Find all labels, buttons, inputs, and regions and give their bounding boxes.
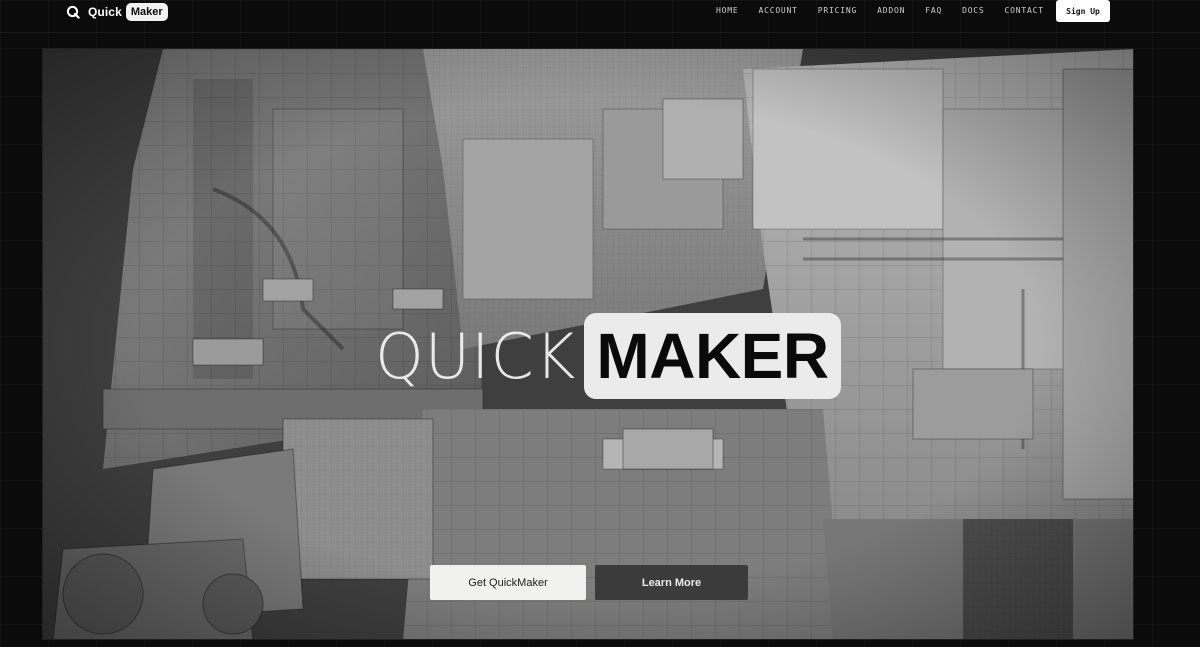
hero-title: QUICK MAKER (375, 313, 841, 399)
nav-link-docs[interactable]: DOCS (962, 6, 984, 15)
nav-link-home[interactable]: HOME (716, 6, 738, 15)
sign-up-button[interactable]: Sign Up (1056, 0, 1110, 22)
brand-name-maker: Maker (125, 3, 168, 21)
hero-section: QUICK MAKER Get QuickMaker Learn More (42, 48, 1134, 640)
hero-title-maker: MAKER (584, 313, 841, 399)
nav-link-addon[interactable]: ADDON (877, 6, 905, 15)
get-quickmaker-button[interactable]: Get QuickMaker (430, 565, 586, 600)
nav-link-contact[interactable]: CONTACT (1005, 6, 1044, 15)
nav-links: HOME ACCOUNT PRICING ADDON FAQ DOCS CONT… (716, 6, 1064, 15)
brand-name-quick: Quick (88, 5, 122, 19)
top-navbar: Quick Maker HOME ACCOUNT PRICING ADDON F… (0, 0, 1200, 26)
nav-link-account[interactable]: ACCOUNT (758, 6, 797, 15)
nav-link-faq[interactable]: FAQ (925, 6, 942, 15)
brand-logo[interactable]: Quick Maker (66, 3, 168, 21)
hero-title-quick: QUICK (375, 319, 577, 393)
nav-divider (0, 32, 1200, 33)
nav-link-pricing[interactable]: PRICING (818, 6, 857, 15)
q-logo-icon (66, 5, 80, 19)
learn-more-button[interactable]: Learn More (595, 565, 748, 600)
